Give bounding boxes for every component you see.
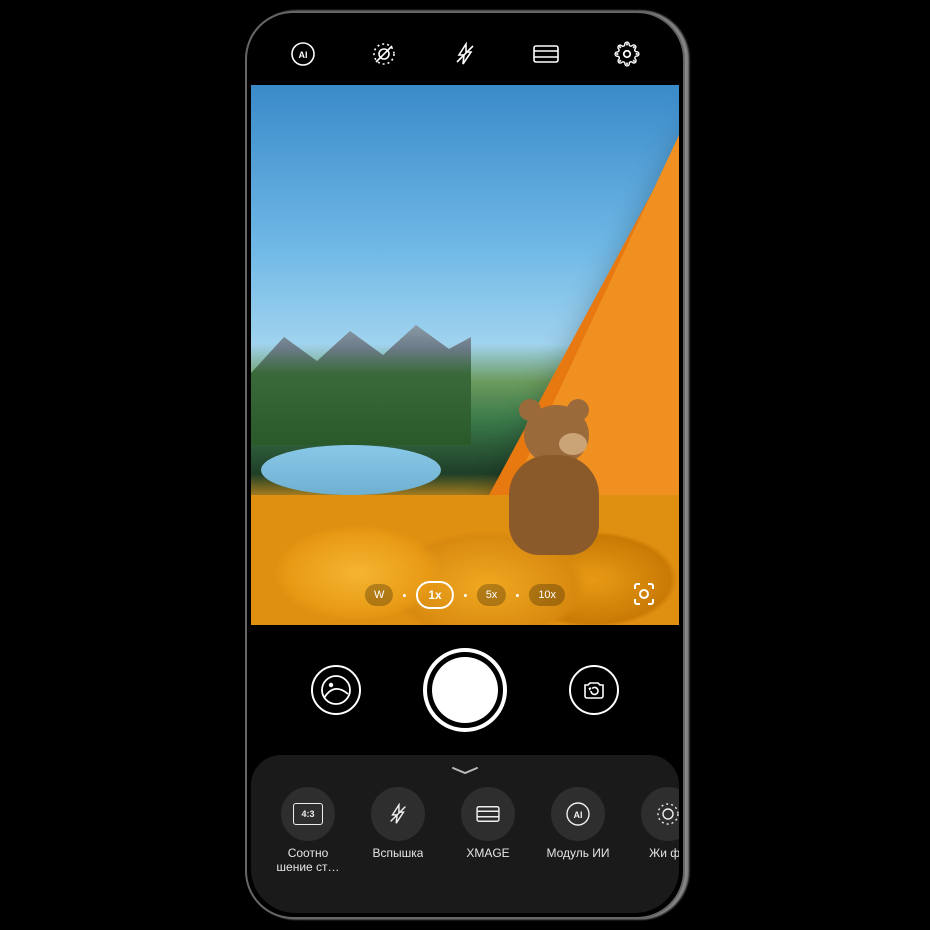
quick-live-photo[interactable]: Жи фо: [633, 787, 679, 875]
zoom-controls: W 1x 5x 10x: [365, 581, 565, 609]
google-lens-icon[interactable]: [629, 579, 659, 609]
switch-camera-button[interactable]: [569, 665, 619, 715]
xmage-icon[interactable]: [529, 37, 563, 71]
svg-text:AI: AI: [574, 810, 583, 820]
zoom-5x[interactable]: 5x: [477, 584, 507, 606]
flash-off-icon: [371, 787, 425, 841]
quick-xmage[interactable]: XMAGE: [453, 787, 523, 875]
live-photo-icon: [641, 787, 679, 841]
zoom-10x[interactable]: 10x: [529, 584, 565, 606]
gallery-filters-button[interactable]: [311, 665, 361, 715]
shutter-button[interactable]: [423, 648, 507, 732]
ai-icon: AI: [551, 787, 605, 841]
quick-aspect-ratio[interactable]: 4:3 Соотно шение ст…: [273, 787, 343, 875]
camera-viewfinder[interactable]: W 1x 5x 10x: [251, 85, 679, 625]
svg-text:AI: AI: [299, 50, 308, 60]
zoom-1x[interactable]: 1x: [416, 581, 453, 609]
ai-mode-icon[interactable]: AI: [286, 37, 320, 71]
aspect-ratio-icon: 4:3: [293, 803, 323, 825]
phone-frame: AI: [245, 11, 685, 919]
settings-gear-icon[interactable]: [610, 37, 644, 71]
quick-ai-module[interactable]: AI Модуль ИИ: [543, 787, 613, 875]
quick-flash[interactable]: Вспышка: [363, 787, 433, 875]
live-photo-off-icon[interactable]: [367, 37, 401, 71]
top-toolbar: AI: [251, 23, 679, 85]
shutter-row: [251, 625, 679, 755]
quick-settings-panel: 4:3 Соотно шение ст… Вспышка: [251, 755, 679, 913]
zoom-wide[interactable]: W: [365, 584, 393, 606]
camera-app-screen: AI: [251, 17, 679, 913]
chevron-down-icon[interactable]: [447, 763, 483, 781]
xmage-icon: [461, 787, 515, 841]
quick-settings-row[interactable]: 4:3 Соотно шение ст… Вспышка: [251, 787, 679, 875]
flash-off-icon[interactable]: [448, 37, 482, 71]
